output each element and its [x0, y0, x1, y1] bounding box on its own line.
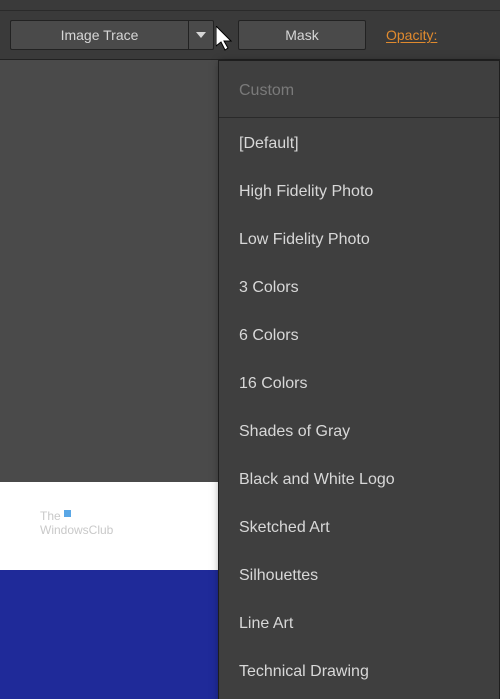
- chevron-down-icon: [196, 32, 206, 38]
- opacity-label[interactable]: Opacity:: [386, 27, 437, 43]
- mask-label: Mask: [285, 27, 318, 43]
- preset-high-fidelity[interactable]: High Fidelity Photo: [219, 168, 499, 216]
- preset-16-colors[interactable]: 16 Colors: [219, 360, 499, 408]
- preset-silhouettes[interactable]: Silhouettes: [219, 552, 499, 600]
- image-trace-preset-menu: Custom [Default] High Fidelity Photo Low…: [218, 60, 500, 699]
- preset-3-colors[interactable]: 3 Colors: [219, 264, 499, 312]
- mask-button[interactable]: Mask: [238, 20, 366, 50]
- preset-sketched-art[interactable]: Sketched Art: [219, 504, 499, 552]
- image-trace-button[interactable]: Image Trace: [10, 20, 188, 50]
- watermark: The WindowsClub: [40, 510, 113, 538]
- watermark-line-2: WindowsClub: [40, 524, 113, 538]
- dropdown-separator: [219, 117, 499, 118]
- control-toolbar: Image Trace Mask Opacity:: [0, 10, 500, 60]
- preset-line-art[interactable]: Line Art: [219, 600, 499, 648]
- watermark-line-1: The: [40, 510, 113, 524]
- preset-low-fidelity[interactable]: Low Fidelity Photo: [219, 216, 499, 264]
- preset-6-colors[interactable]: 6 Colors: [219, 312, 499, 360]
- image-trace-label: Image Trace: [61, 27, 139, 43]
- title-bar-fragment: [0, 0, 500, 10]
- preset-shades-of-gray[interactable]: Shades of Gray: [219, 408, 499, 456]
- dropdown-header-custom: Custom: [219, 67, 499, 115]
- watermark-square-icon: [64, 510, 71, 517]
- preset-bw-logo[interactable]: Black and White Logo: [219, 456, 499, 504]
- preset-default[interactable]: [Default]: [219, 120, 499, 168]
- preset-technical-drawing[interactable]: Technical Drawing: [219, 648, 499, 696]
- image-trace-dropdown-toggle[interactable]: [188, 20, 214, 50]
